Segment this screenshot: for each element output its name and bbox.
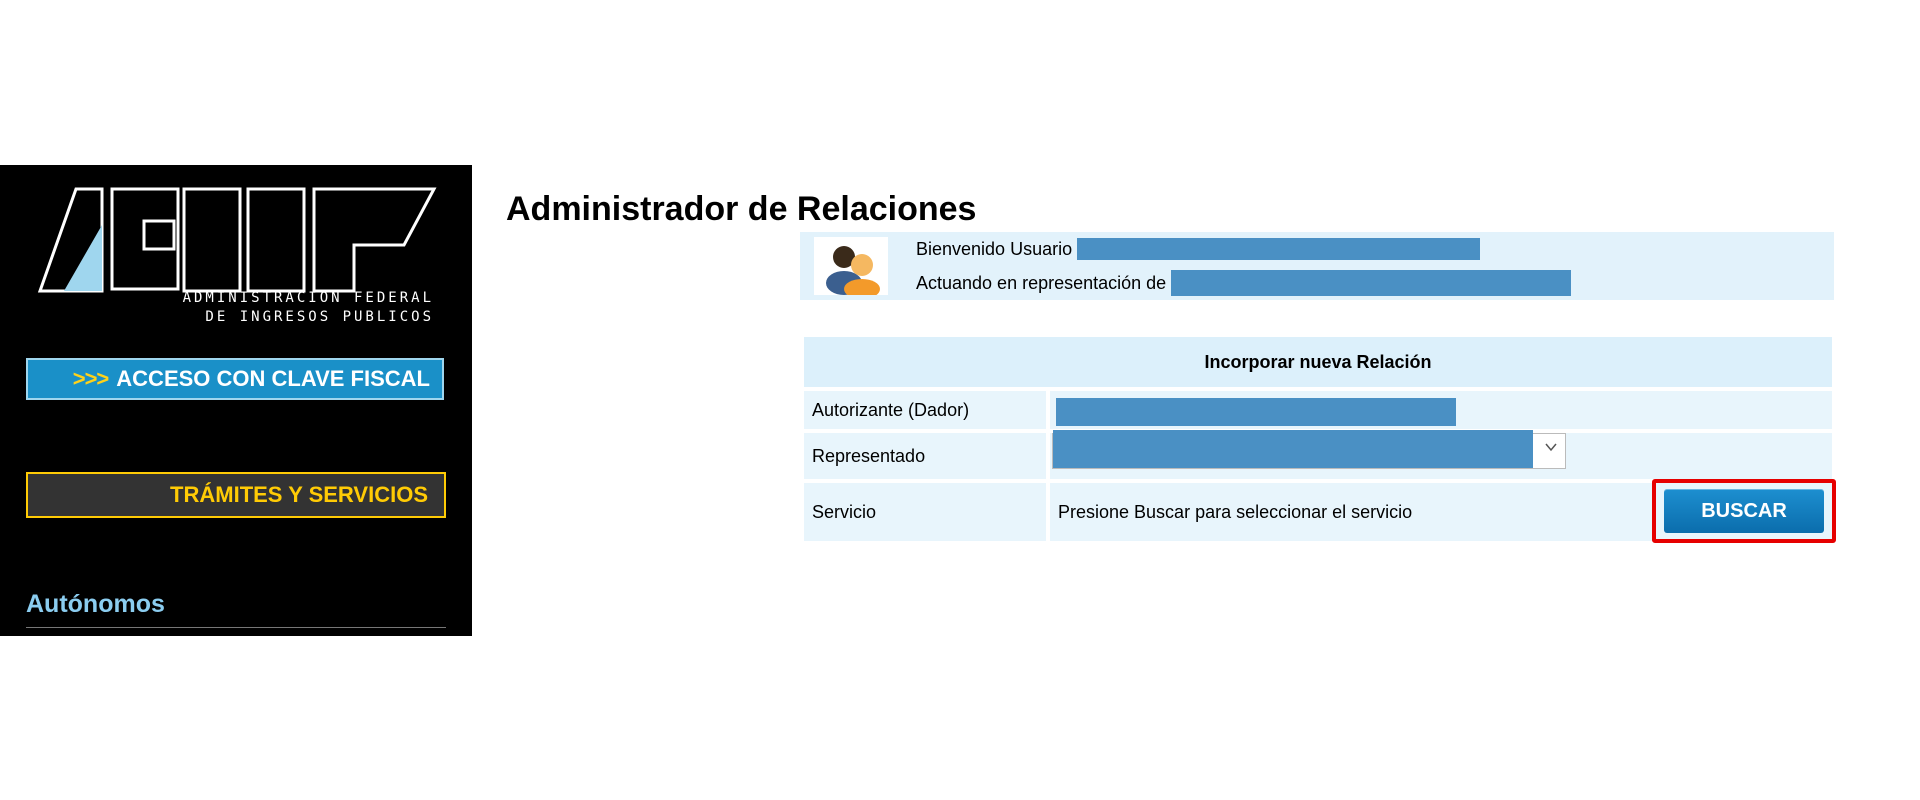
buscar-highlight-box: BUSCAR [1652,479,1836,543]
tramites-servicios-label: TRÁMITES Y SERVICIOS [170,482,428,507]
form-header: Incorporar nueva Relación [804,337,1832,387]
servicio-placeholder: Presione Buscar para seleccionar el serv… [1058,501,1413,522]
representado-selected-value [1053,430,1533,468]
welcome-user-line: Bienvenido Usuario [916,238,1481,260]
chevrons-icon: >>> [72,366,110,391]
chevron-down-icon [1545,443,1557,452]
welcome-user-prefix: Bienvenido Usuario [916,238,1073,259]
afip-sidebar: ADMINISTRACION FEDERAL DE INGRESOS PUBLI… [0,165,472,636]
page-title: Administrador de Relaciones [506,190,977,228]
tramites-servicios-button[interactable]: TRÁMITES Y SERVICIOS [26,472,446,518]
welcome-representation-line: Actuando en representación de [916,270,1572,296]
representado-label: Representado [804,433,1046,479]
afip-logo-subtitle: ADMINISTRACION FEDERAL DE INGRESOS PUBLI… [182,290,434,325]
redacted-user-name [1077,238,1481,260]
afip-logo [37,187,437,293]
redacted-represented-name [1171,270,1572,296]
sidebar-divider [26,627,446,628]
users-icon [814,237,888,295]
autonomos-link[interactable]: Autónomos [26,590,165,619]
form-row-autorizante: Autorizante (Dador) [804,391,1832,429]
representado-value-cell [1050,430,1832,479]
welcome-box: Bienvenido Usuario Actuando en represent… [800,232,1834,300]
autorizante-label: Autorizante (Dador) [804,391,1046,429]
form-row-representado: Representado [804,430,1832,479]
new-relation-form: Incorporar nueva Relación Autorizante (D… [804,337,1836,543]
representado-select[interactable] [1052,430,1566,469]
form-row-servicio: Servicio Presione Buscar para selecciona… [804,479,1836,543]
acceso-clave-fiscal-label: ACCESO CON CLAVE FISCAL [116,366,430,391]
welcome-representation-prefix: Actuando en representación de [916,272,1167,293]
servicio-label: Servicio [804,483,1046,541]
servicio-value-cell: Presione Buscar para seleccionar el serv… [1050,479,1836,543]
autorizante-value [1056,398,1456,426]
autorizante-value-cell [1050,391,1832,429]
buscar-button[interactable]: BUSCAR [1664,489,1824,533]
acceso-clave-fiscal-button[interactable]: >>> ACCESO CON CLAVE FISCAL [26,358,444,400]
